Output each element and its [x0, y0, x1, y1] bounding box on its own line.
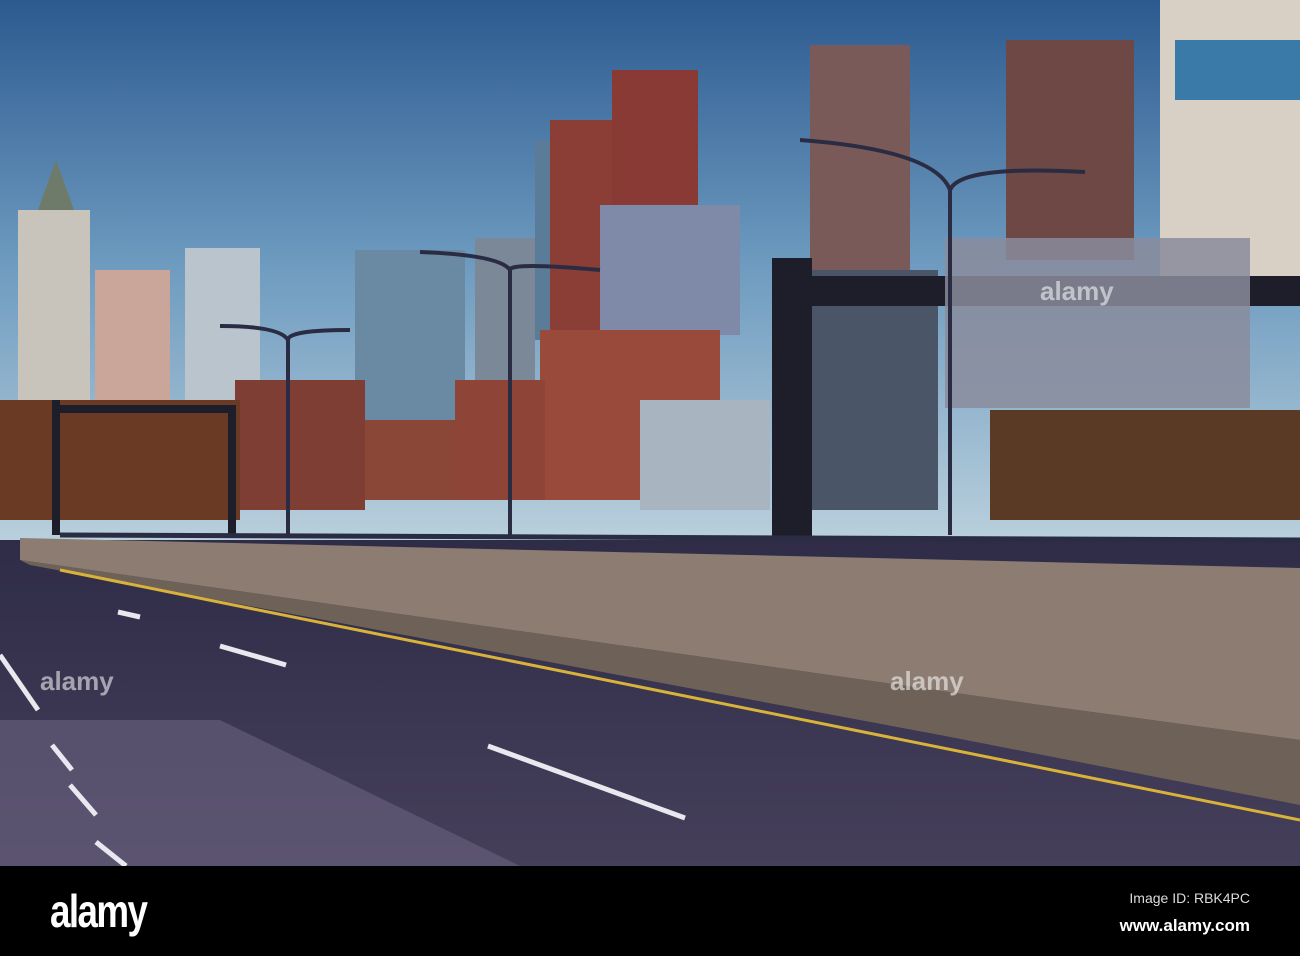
stock-photo-page: alamy alamy alamy alamy Image ID: RBK4PC… — [0, 0, 1300, 956]
watermark-text: alamy — [40, 666, 114, 696]
alamy-logo: alamy — [50, 885, 148, 937]
watermark-footer: alamy Image ID: RBK4PC www.alamy.com — [0, 866, 1300, 956]
watermark-text: alamy — [890, 666, 964, 696]
watermark-text: alamy — [1040, 276, 1114, 306]
city-skyline-photo — [0, 0, 1300, 866]
image-id: Image ID: RBK4PC — [1129, 890, 1250, 906]
site-url: www.alamy.com — [1119, 916, 1250, 935]
